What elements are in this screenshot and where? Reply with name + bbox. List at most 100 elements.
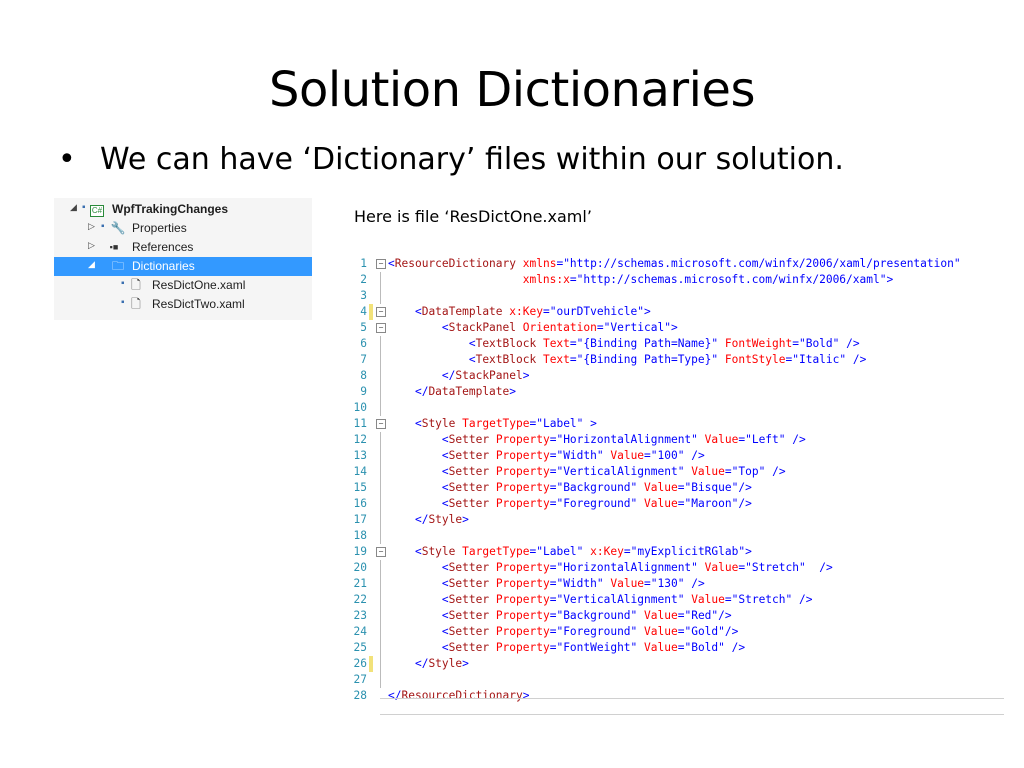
code-line[interactable]: 14 <Setter Property="VerticalAlignment" …: [350, 464, 1006, 480]
lock-icon: ▪: [121, 297, 125, 308]
tree-item-references[interactable]: ▷ ▪■ References: [54, 238, 312, 257]
code-line[interactable]: 9 </DataTemplate>: [350, 384, 1006, 400]
outline-guide: [380, 432, 381, 448]
code-line[interactable]: 24 <Setter Property="Foreground" Value="…: [350, 624, 1006, 640]
outline-guide: [380, 608, 381, 624]
tree-item-label: ResDictOne.xaml: [152, 278, 246, 292]
code-line[interactable]: 11− <Style TargetType="Label" >: [350, 416, 1006, 432]
expanded-arrow-icon[interactable]: ◢: [70, 202, 77, 213]
code-line[interactable]: 5− <StackPanel Orientation="Vertical">: [350, 320, 1006, 336]
code-text: <Setter Property="Foreground" Value="Gol…: [441, 625, 739, 638]
code-text: <DataTemplate x:Key="ourDTvehicle">: [414, 305, 651, 318]
code-text: <Setter Property="HorizontalAlignment" V…: [441, 433, 806, 446]
line-number: 11: [353, 417, 367, 430]
code-text: </ResourceDictionary>: [388, 689, 530, 702]
collapsed-arrow-icon[interactable]: ▷: [88, 240, 95, 251]
outline-guide: [380, 640, 381, 656]
line-number: 26: [353, 657, 367, 670]
tree-item-label: ResDictTwo.xaml: [152, 297, 245, 311]
code-text: <Setter Property="Background" Value="Red…: [441, 609, 732, 622]
code-text: <StackPanel Orientation="Vertical">: [441, 321, 678, 334]
line-number: 16: [353, 497, 367, 510]
code-line[interactable]: 19− <Style TargetType="Label" x:Key="myE…: [350, 544, 1006, 560]
code-line[interactable]: 16 <Setter Property="Foreground" Value="…: [350, 496, 1006, 512]
code-editor[interactable]: 1− <ResourceDictionary xmlns="http://sche…: [350, 256, 1006, 716]
line-number: 4: [360, 305, 367, 318]
code-text: <Setter Property="Foreground" Value="Mar…: [441, 497, 752, 510]
slide-title: Solution Dictionaries: [269, 62, 755, 118]
line-number: 24: [353, 625, 367, 638]
code-line[interactable]: 6 <TextBlock Text="{Binding Path=Name}" …: [350, 336, 1006, 352]
collapse-toggle-icon[interactable]: −: [376, 259, 386, 269]
code-line[interactable]: 15 <Setter Property="Background" Value="…: [350, 480, 1006, 496]
line-number: 25: [353, 641, 367, 654]
code-text: </Style>: [414, 657, 469, 670]
collapse-toggle-icon[interactable]: −: [376, 307, 386, 317]
line-number: 3: [360, 289, 367, 302]
code-line[interactable]: 7 <TextBlock Text="{Binding Path=Type}" …: [350, 352, 1006, 368]
code-text: <Setter Property="FontWeight" Value="Bol…: [441, 641, 746, 654]
code-line[interactable]: 25 <Setter Property="FontWeight" Value="…: [350, 640, 1006, 656]
collapse-toggle-icon[interactable]: −: [376, 323, 386, 333]
collapse-toggle-icon[interactable]: −: [376, 419, 386, 429]
line-number: 18: [353, 529, 367, 542]
code-line[interactable]: 3: [350, 288, 1006, 304]
expanded-arrow-icon[interactable]: ◢: [88, 259, 95, 270]
code-line[interactable]: 27: [350, 672, 1006, 688]
line-number: 19: [353, 545, 367, 558]
tree-item-resdicttwo[interactable]: ▪ 🗋 ResDictTwo.xaml: [54, 295, 312, 314]
code-text: </Style>: [414, 513, 469, 526]
editor-divider: [380, 698, 1004, 699]
tree-item-project[interactable]: ◢ ▪ C# WpfTrakingChanges: [54, 200, 312, 219]
outline-guide: [380, 624, 381, 640]
line-number: 20: [353, 561, 367, 574]
line-number: 1: [360, 257, 367, 270]
code-line[interactable]: 1− <ResourceDictionary xmlns="http://sche…: [350, 256, 1006, 272]
code-text: </StackPanel>: [441, 369, 530, 382]
code-line[interactable]: 10: [350, 400, 1006, 416]
outline-guide: [380, 592, 381, 608]
line-number: 17: [353, 513, 367, 526]
file-caption: Here is file ‘ResDictOne.xaml’: [354, 207, 592, 226]
code-line[interactable]: 2 xmlns:x="http://schemas.microsoft.com/…: [350, 272, 1006, 288]
lock-icon: ▪: [101, 221, 105, 232]
code-text: <Setter Property="VerticalAlignment" Val…: [441, 465, 786, 478]
outline-guide: [380, 288, 381, 304]
code-text: <Setter Property="Background" Value="Bis…: [441, 481, 752, 494]
code-line[interactable]: 13 <Setter Property="Width" Value="100" …: [350, 448, 1006, 464]
outline-guide: [380, 480, 381, 496]
collapse-toggle-icon[interactable]: −: [376, 547, 386, 557]
code-line[interactable]: 17 </Style>: [350, 512, 1006, 528]
outline-guide: [380, 512, 381, 528]
code-text: <ResourceDictionary xmlns="http://schema…: [388, 257, 961, 270]
bullet-point: • We can have ‘Dictionary’ files within o…: [58, 142, 844, 177]
line-number: 28: [353, 689, 367, 702]
xaml-file-icon: 🗋: [131, 278, 141, 292]
references-icon: ▪■: [109, 242, 119, 252]
code-line[interactable]: 18: [350, 528, 1006, 544]
line-number: 14: [353, 465, 367, 478]
code-line[interactable]: 28 </ResourceDictionary>: [350, 688, 1006, 704]
code-text: <Setter Property="HorizontalAlignment" V…: [441, 561, 833, 574]
tree-item-properties[interactable]: ▷ ▪ 🔧 Properties: [54, 219, 312, 238]
folder-icon: 🗀: [111, 259, 124, 273]
change-marker: [369, 656, 373, 672]
code-line[interactable]: 21 <Setter Property="Width" Value="130" …: [350, 576, 1006, 592]
code-line[interactable]: 20 <Setter Property="HorizontalAlignment…: [350, 560, 1006, 576]
xaml-file-icon: 🗋: [131, 297, 141, 311]
code-line[interactable]: 22 <Setter Property="VerticalAlignment" …: [350, 592, 1006, 608]
outline-guide: [380, 576, 381, 592]
code-text: <TextBlock Text="{Binding Path=Name}" Fo…: [468, 337, 860, 350]
code-line[interactable]: 4− <DataTemplate x:Key="ourDTvehicle">: [350, 304, 1006, 320]
code-line[interactable]: 23 <Setter Property="Background" Value="…: [350, 608, 1006, 624]
editor-divider: [380, 714, 1004, 715]
collapsed-arrow-icon[interactable]: ▷: [88, 221, 95, 232]
tree-item-label: References: [132, 240, 194, 254]
line-number: 22: [353, 593, 367, 606]
code-line[interactable]: 12 <Setter Property="HorizontalAlignment…: [350, 432, 1006, 448]
line-number: 13: [353, 449, 367, 462]
code-line[interactable]: 8 </StackPanel>: [350, 368, 1006, 384]
tree-item-resdictone[interactable]: ▪ 🗋 ResDictOne.xaml: [54, 276, 312, 295]
tree-item-dictionaries[interactable]: ◢ 🗀 Dictionaries: [54, 257, 312, 276]
code-line[interactable]: 26 </Style>: [350, 656, 1006, 672]
